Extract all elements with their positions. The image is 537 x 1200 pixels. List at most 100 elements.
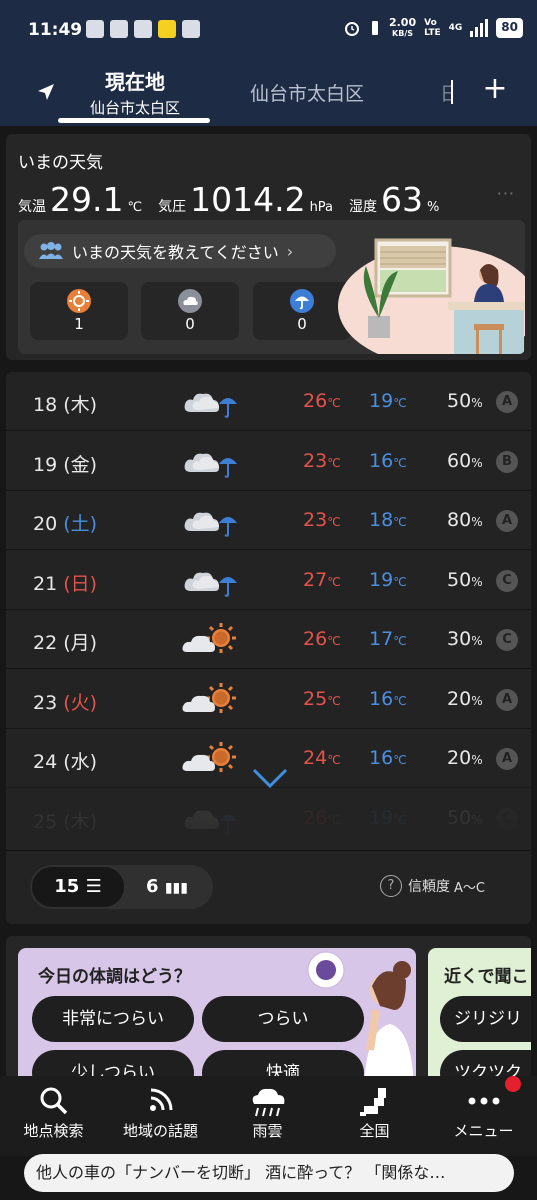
nav-local-topics[interactable]: 地域の話題 — [107, 1076, 214, 1156]
current-readings: 気温 29.1 ℃ 気圧 1014.2 hPa 湿度 63 % — [18, 180, 455, 219]
cloud-sun-icon — [181, 680, 241, 720]
forecast-reliability: A — [496, 510, 518, 532]
tab-current-title: 現在地 — [105, 70, 165, 94]
forecast-day: 20 — [33, 513, 58, 535]
japan-map-icon — [359, 1088, 386, 1116]
nav-nationwide[interactable]: 全国 — [321, 1076, 428, 1156]
pressure-unit: hPa — [309, 200, 334, 215]
forecast-day: 18 — [33, 394, 58, 416]
expand-chevron-icon[interactable] — [250, 766, 290, 790]
tab-saved-location[interactable]: 仙台市太白区 — [250, 79, 364, 106]
add-location-button[interactable]: + — [480, 74, 510, 104]
reliability-help[interactable]: ? 信頼度 A〜C — [380, 875, 485, 897]
forecast-date: 22 (月) — [33, 628, 97, 655]
forecast-row[interactable]: 18 (木) 26℃ 19℃ 50% A — [6, 372, 531, 431]
weekly-forecast[interactable]: 18 (木) 26℃ 19℃ 50% A 19 (金) 23℃ 16℃ 60% B 20 (土) 23… — [6, 372, 531, 850]
forecast-day: 23 — [33, 691, 58, 714]
forecast-high: 25℃ — [303, 687, 341, 710]
nav-menu[interactable]: メニュー — [430, 1076, 537, 1156]
nav-location-search[interactable]: 地点検索 — [0, 1076, 107, 1156]
battery-indicator: 80 — [496, 18, 523, 38]
tab-current-location[interactable]: 現在地 仙台市太白区 — [60, 62, 210, 126]
pressure-value: 1014.2 — [190, 180, 306, 219]
forecast-day: 19 — [33, 453, 58, 476]
cloud-umbrella-icon — [181, 382, 241, 422]
15-day-option[interactable]: 15 ☰ — [32, 867, 124, 907]
forecast-precip: 80% — [447, 509, 483, 531]
bottom-navigation: 地点検索 地域の話題 雨雲 全国 メニュー — [0, 1076, 537, 1156]
net-speed: 2.00 KB/S — [388, 16, 417, 38]
forecast-row[interactable]: 22 (月) 26℃ 17℃ 30% C — [6, 610, 531, 669]
list-icon: ☰ — [85, 876, 102, 897]
forecast-date: 19 (金) — [33, 450, 97, 477]
forecast-precip: 60% — [447, 449, 483, 472]
forecast-precip: 20% — [447, 747, 483, 769]
forecast-low: 19℃ — [369, 390, 407, 412]
forecast-precip: 50% — [447, 390, 483, 412]
forecast-reliability: C — [496, 569, 518, 592]
forecast-date: 21 (日) — [33, 569, 97, 596]
forecast-row[interactable]: 19 (金) 23℃ 16℃ 60% B — [6, 432, 531, 491]
sun-icon — [67, 289, 91, 313]
chip-very-bad[interactable]: 非常につらい — [32, 996, 194, 1042]
cloud-umbrella-icon — [181, 561, 241, 601]
mail-icon — [86, 20, 104, 38]
status-bar: 11:49 2.00 KB/S Vo LTE 4G 80 — [0, 0, 537, 62]
volte-indicator: Vo LTE — [424, 18, 441, 38]
forecast-row[interactable]: 23 (火) 25℃ 16℃ 20% A — [6, 670, 531, 729]
forecast-high: 27℃ — [303, 568, 341, 591]
fan-icon — [134, 20, 152, 38]
forecast-reliability: A — [496, 688, 518, 711]
temp-unit: ℃ — [127, 200, 143, 215]
forecast-high: 23℃ — [303, 449, 341, 472]
topics-section: 今日の体調はどう？ 非常につらい つらい 少しつらい 快適 近くで聞こ ジリジリ… — [6, 936, 531, 1086]
forecast-weekday: (水) — [63, 751, 98, 773]
forecast-row[interactable]: 21 (日) 27℃ 19℃ 50% C — [6, 551, 531, 610]
6-day-option[interactable]: 6 ▮▮▮ — [121, 867, 213, 907]
chip-jirijiri[interactable]: ジリジリ — [440, 996, 531, 1042]
weather-app-icon — [158, 20, 176, 38]
status-right: 2.00 KB/S Vo LTE 4G 80 — [343, 17, 523, 39]
forecast-precip: 20% — [447, 687, 483, 710]
forecast-row[interactable]: 20 (土) 23℃ 18℃ 80% A — [6, 491, 531, 550]
forecast-days-toggle: 15 ☰ 6 ▮▮▮ — [30, 865, 213, 909]
forecast-precip: 50% — [447, 568, 483, 591]
alarm-icon — [344, 22, 359, 36]
forecast-day: 22 — [33, 632, 58, 654]
forecast-weekday: (金) — [63, 453, 98, 476]
location-tabs: 現在地 仙台市太白区 仙台市太白区 日 + — [0, 62, 537, 126]
forecast-weekday: (月) — [63, 632, 98, 654]
cicada-topic-card[interactable]: 近くで聞こ ジリジリ ツクツク — [428, 948, 531, 1086]
report-weather-button[interactable]: いまの天気を教えてください › — [24, 234, 336, 268]
more-options-button[interactable]: ··· — [497, 184, 515, 203]
cloud-umbrella-icon — [181, 501, 241, 541]
app-icon — [110, 20, 128, 38]
forecast-day: 21 — [33, 572, 58, 595]
forecast-reliability: B — [496, 450, 518, 473]
rain-cloud-icon — [252, 1088, 284, 1117]
news-ticker[interactable]: 他人の車の「ナンバーを切断」 酒に酔って？ 「関係な… — [24, 1154, 514, 1192]
vote-sunny-count: 1 — [74, 315, 84, 333]
vote-sunny-button[interactable]: 1 — [30, 282, 128, 340]
forecast-weekday: (木) — [63, 394, 98, 416]
tab-divider — [451, 80, 453, 104]
people-icon — [39, 242, 63, 259]
cloud-sun-icon — [181, 620, 241, 660]
forecast-low: 16℃ — [369, 449, 407, 472]
forecast-high: 26℃ — [303, 390, 341, 412]
health-topic-card[interactable]: 今日の体調はどう？ 非常につらい つらい 少しつらい 快適 — [18, 948, 416, 1086]
forecast-high: 24℃ — [303, 747, 341, 769]
reliability-range: A〜C — [454, 880, 485, 896]
cloud-umbrella-icon — [181, 442, 241, 482]
signal-icon — [470, 19, 489, 37]
pressure-label: 気圧 — [158, 199, 187, 215]
umbrella-icon — [290, 289, 314, 313]
vote-cloudy-button[interactable]: 0 — [141, 282, 239, 340]
temp-value: 29.1 — [50, 180, 124, 219]
forecast-high: 23℃ — [303, 509, 341, 531]
forecast-date: 23 (火) — [33, 688, 97, 715]
chip-bad[interactable]: つらい — [202, 996, 364, 1042]
nav-rain-radar[interactable]: 雨雲 — [214, 1076, 321, 1156]
more-dots-icon — [468, 1097, 499, 1105]
forecast-reliability: A — [496, 748, 518, 770]
